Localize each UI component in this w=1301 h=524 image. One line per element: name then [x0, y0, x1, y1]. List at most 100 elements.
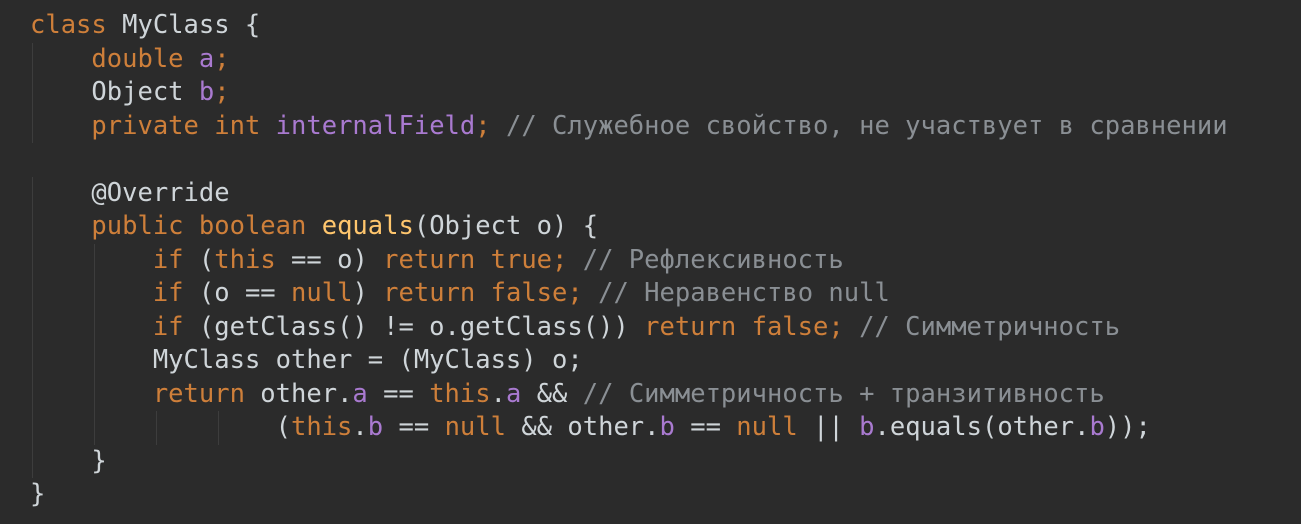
- code-token-comment: // Рефлексивность: [582, 244, 844, 275]
- code-line[interactable]: public boolean equals(Object o) {: [0, 210, 1301, 244]
- indent-guide: [32, 344, 33, 378]
- code-token-comment: // Служебное свойство, не участвует в ср…: [505, 110, 1228, 141]
- indent-guide: [32, 411, 33, 445]
- code-line[interactable]: MyClass other = (MyClass) o;: [0, 344, 1301, 378]
- code-token-keyword: if: [152, 278, 184, 308]
- code-token-plain: }: [91, 445, 107, 476]
- code-token-field: b: [198, 77, 215, 107]
- code-line[interactable]: class MyClass {: [0, 9, 1301, 43]
- code-token-plain: ): [352, 278, 384, 308]
- code-token-keyword: ;: [475, 110, 491, 141]
- code-token-keyword: null: [736, 412, 798, 442]
- code-token-plain: }: [30, 479, 46, 509]
- code-token-keyword: ;: [214, 77, 230, 107]
- code-token-keyword: return false;: [644, 311, 844, 342]
- indent-guide: [32, 42, 33, 76]
- code-line[interactable]: Object b;: [0, 76, 1301, 110]
- code-line[interactable]: [0, 143, 1301, 177]
- indent-guide: [94, 411, 95, 445]
- code-line[interactable]: double a;: [0, 42, 1301, 76]
- code-token-plain: MyClass other = (MyClass) o;: [152, 345, 583, 375]
- indent-guide: [94, 377, 95, 411]
- code-token-keyword: class: [30, 10, 107, 40]
- code-token-keyword: private int: [91, 110, 261, 141]
- code-token-plain: (: [275, 412, 291, 442]
- code-token-plain: .: [490, 378, 506, 409]
- code-token-keyword: null: [444, 412, 506, 442]
- indent-guide: [94, 310, 95, 344]
- code-token-plain: (: [183, 244, 215, 275]
- code-token-plain: (getClass() != o.getClass()): [183, 311, 645, 342]
- code-line[interactable]: if (this == o) return true; // Рефлексив…: [0, 243, 1301, 277]
- code-token-keyword: return true;: [383, 244, 568, 275]
- code-line[interactable]: if (o == null) return false; // Неравенс…: [0, 277, 1301, 311]
- code-line[interactable]: (this.b == null && other.b == null || b.…: [0, 411, 1301, 445]
- code-token-plain: MyClass {: [106, 10, 261, 40]
- code-token-keyword: if: [152, 311, 184, 342]
- indent-guide: [32, 243, 33, 277]
- code-token-plain: .: [352, 412, 368, 442]
- code-token-field: b: [1089, 412, 1105, 442]
- code-token-keyword: null: [291, 278, 353, 308]
- code-token-keyword: this: [429, 378, 491, 409]
- code-line[interactable]: @Override: [0, 176, 1301, 210]
- indent-guide: [32, 76, 33, 110]
- indent-guide: [94, 277, 95, 311]
- code-token-field: b: [367, 412, 384, 442]
- code-token-field: a: [198, 43, 215, 74]
- code-token-field: internalField: [275, 110, 476, 141]
- code-token-field: a: [352, 378, 368, 409]
- code-token-plain: ||: [797, 412, 860, 442]
- code-editor[interactable]: class MyClass { double a; Object b; priv…: [0, 0, 1301, 524]
- code-line[interactable]: if (getClass() != o.getClass()) return f…: [0, 310, 1301, 344]
- indent-guide: [94, 243, 95, 277]
- code-token-plain: && other.: [505, 412, 660, 442]
- code-line[interactable]: }: [0, 478, 1301, 512]
- code-token-comment: // Симметричность: [859, 311, 1121, 342]
- indent-guide: [32, 277, 33, 311]
- code-token-keyword: double: [91, 43, 184, 74]
- code-token-comment: // Неравенство null: [598, 278, 890, 308]
- code-line[interactable]: private int internalField; // Служебное …: [0, 109, 1301, 143]
- code-token-field: a: [505, 378, 522, 409]
- code-line[interactable]: }: [0, 444, 1301, 478]
- code-token-field: b: [659, 412, 675, 442]
- code-token-plain: &&: [521, 378, 583, 409]
- code-token-field: b: [859, 412, 875, 442]
- code-token-keyword: return: [152, 378, 245, 409]
- code-token-annotation: @Override: [91, 177, 230, 208]
- code-token-plain: .equals(other.: [874, 412, 1090, 442]
- code-token-plain: Object: [91, 77, 199, 107]
- code-token-plain: (Object o) {: [413, 211, 599, 241]
- code-token-comment: // Симметричность + транзитивность: [582, 378, 1105, 409]
- indent-guide: [94, 344, 95, 378]
- code-token-plain: (o ==: [183, 278, 292, 308]
- code-token-method: equals: [321, 211, 414, 241]
- code-token-keyword: this: [214, 244, 276, 275]
- code-token-plain: ==: [383, 412, 445, 442]
- code-token-plain: ==: [674, 412, 737, 442]
- indent-guide: [32, 109, 33, 143]
- code-token-keyword: if: [152, 244, 184, 275]
- code-token-keyword: public boolean: [91, 211, 307, 241]
- code-token-plain: == o): [275, 244, 384, 275]
- indent-guide: [156, 411, 157, 445]
- code-token-keyword: ;: [214, 43, 230, 74]
- code-line[interactable]: return other.a == this.a && // Симметрич…: [0, 377, 1301, 411]
